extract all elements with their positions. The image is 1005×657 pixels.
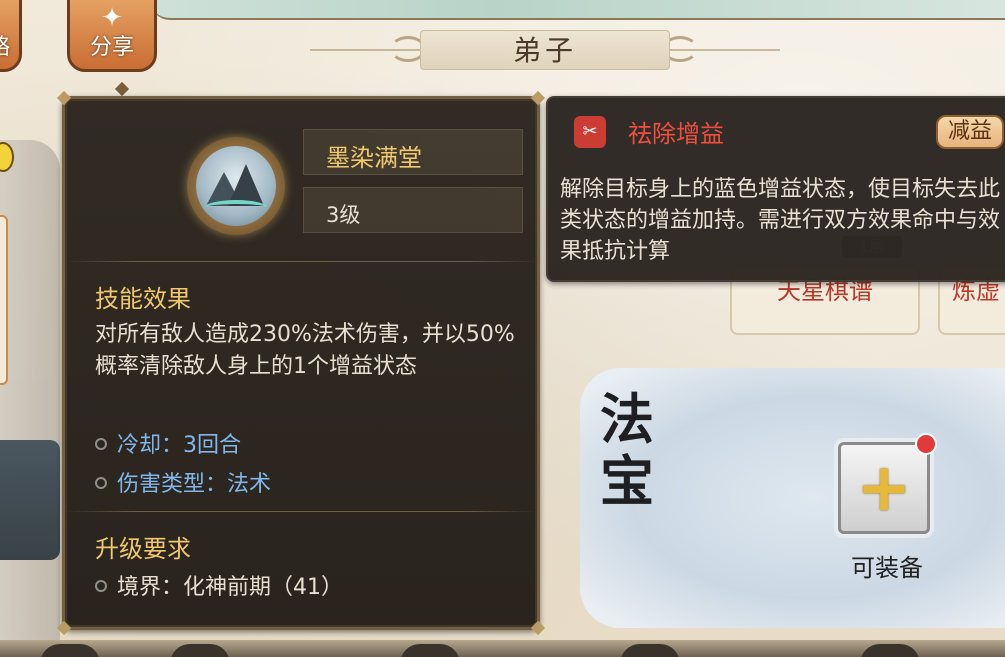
bottom-strip [0, 640, 1005, 657]
treasure-title: 法宝 [600, 387, 654, 513]
share-button[interactable]: ✦ 分享 [67, 0, 157, 72]
skill-tooltip: 墨染满堂 3级 技能效果 对所有敌人造成230%法术伤害，并以50%概率清除敌人… [56, 90, 546, 636]
bottom-slot[interactable] [860, 644, 920, 657]
wave-shape [204, 200, 268, 216]
ink-mountain-icon [196, 146, 276, 226]
effect-description: 解除目标身上的蓝色增益状态，使目标失去此类状态的增益加持。需进行双方效果命中与效… [560, 177, 1001, 264]
skill-name: 墨染满堂 [326, 144, 422, 172]
left-side-tab[interactable] [0, 215, 8, 385]
page-title-bar: 弟子 [310, 28, 780, 72]
divider [65, 261, 537, 262]
debuff-badge: 减益 [936, 115, 1004, 149]
skill-level: 3级 [326, 203, 361, 227]
equip-slot-button[interactable]: + [838, 433, 937, 534]
effect-section-title: 技能效果 [95, 285, 191, 313]
requirement-row: 境界：化神前期（41） [95, 569, 343, 601]
bottom-slot[interactable] [400, 644, 460, 657]
bullet-icon [95, 438, 107, 450]
notification-dot [915, 433, 937, 455]
requirement-text: 境界：化神前期（41） [117, 575, 343, 600]
cooldown-row: 冷却：3回合 [95, 427, 241, 459]
skill-name-box: 墨染满堂 [303, 129, 523, 175]
bottom-slot[interactable] [40, 644, 100, 657]
bullet-icon [95, 580, 107, 592]
skill-level-box: 3级 [303, 187, 523, 233]
skill-description: 对所有敌人造成230%法术伤害，并以50%概率清除敌人身上的1个增益状态 [95, 322, 515, 379]
effect-name: 祛除增益 [628, 120, 724, 148]
top-decor-band [150, 0, 1005, 20]
bottom-slot[interactable] [170, 644, 230, 657]
damage-type-row: 伤害类型：法术 [95, 466, 271, 498]
plus-icon: + [856, 449, 912, 526]
left-menu-label: 略 [0, 29, 19, 61]
bullet-icon [95, 477, 107, 489]
damage-type-text: 伤害类型：法术 [117, 472, 272, 497]
character-figure [0, 140, 60, 640]
left-menu-button[interactable]: 略 [0, 0, 22, 72]
divider [65, 511, 537, 512]
effect-tooltip: ✂ 祛除增益 减益 解除目标身上的蓝色增益状态，使目标失去此类状态的增益加持。需… [546, 96, 1005, 282]
bottom-slot[interactable] [620, 644, 680, 657]
upgrade-section-title: 升级要求 [95, 535, 191, 563]
skill-icon-frame [187, 137, 285, 235]
cooldown-text: 冷却：3回合 [117, 433, 241, 458]
equip-label: 可装备 [851, 554, 923, 582]
dispel-icon: ✂ [574, 116, 606, 148]
page-title: 弟子 [420, 30, 670, 70]
share-label: 分享 [89, 35, 134, 60]
character-sash [0, 440, 60, 560]
